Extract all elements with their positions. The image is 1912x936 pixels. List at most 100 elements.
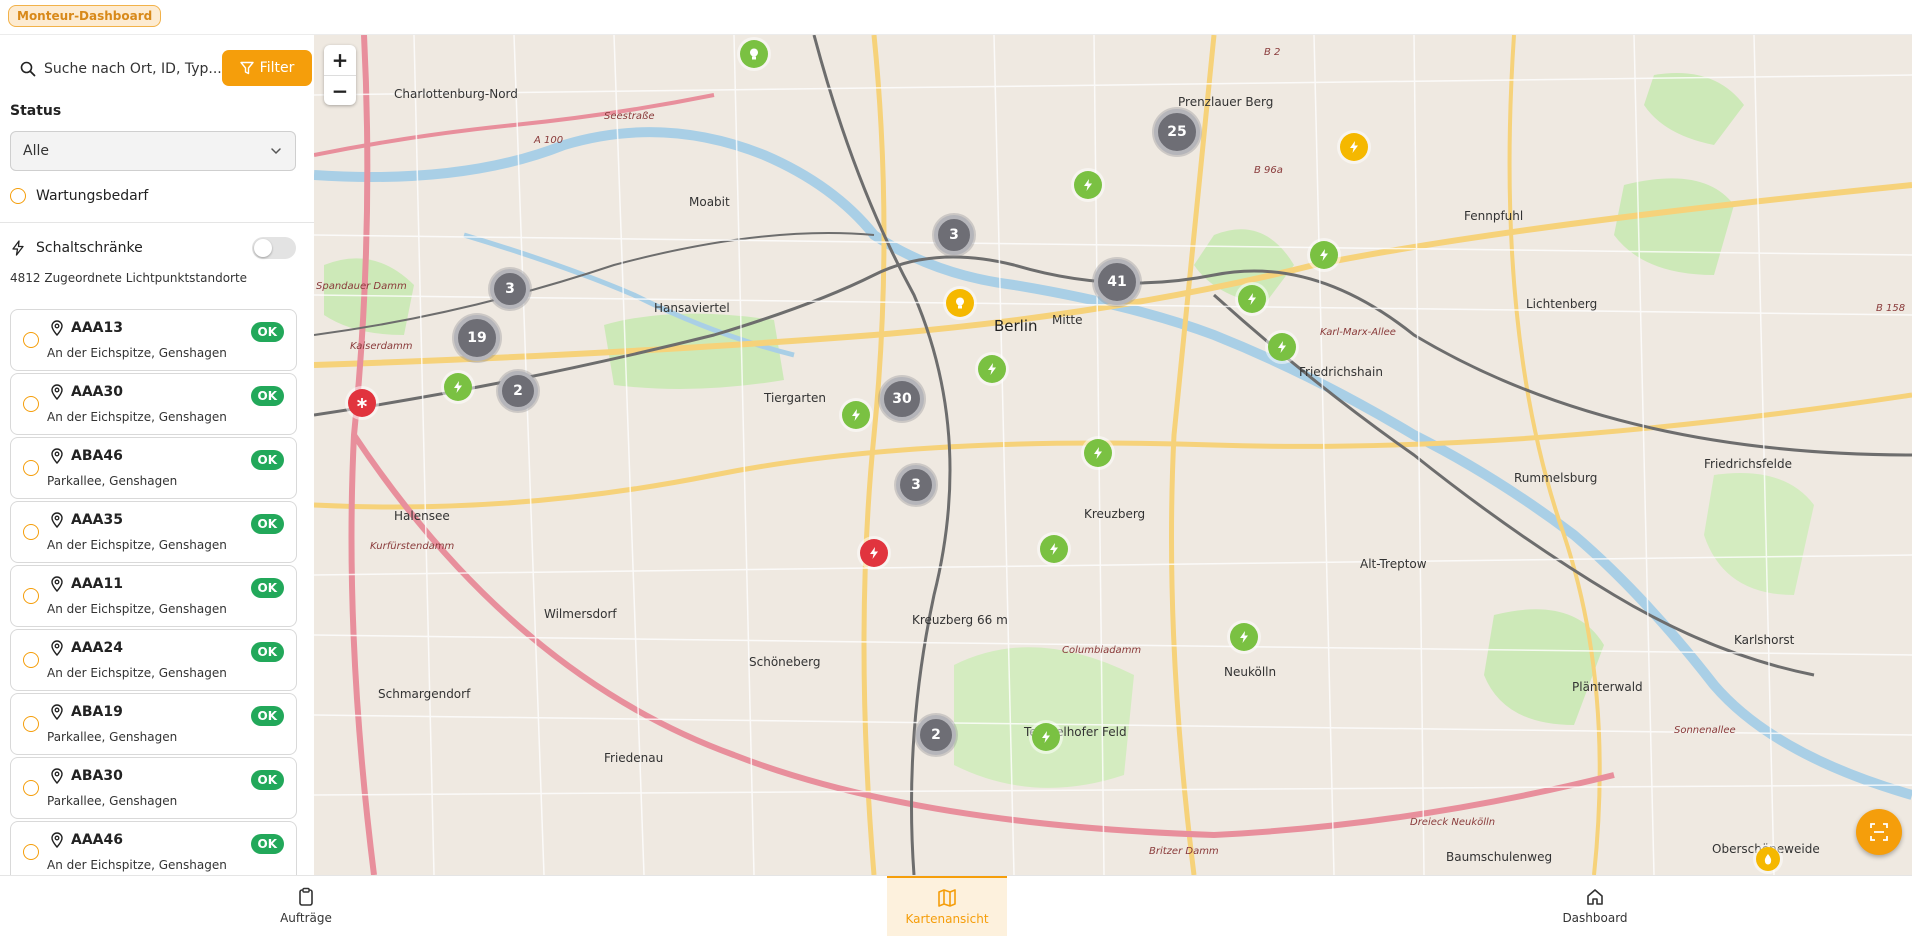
light-point-marker[interactable] bbox=[842, 401, 870, 429]
map-base bbox=[314, 35, 1912, 875]
light-point-marker[interactable] bbox=[978, 355, 1006, 383]
list-item-radio[interactable] bbox=[23, 652, 39, 668]
wartung-label: Wartungsbedarf bbox=[36, 188, 149, 204]
road-label: Spandauer Damm bbox=[316, 281, 407, 292]
cluster-marker[interactable]: 2 bbox=[498, 371, 538, 411]
location-pin-icon bbox=[51, 320, 63, 336]
road-label: Seestraße bbox=[604, 111, 655, 122]
light-point-marker[interactable] bbox=[1268, 333, 1296, 361]
bolt-icon bbox=[1350, 141, 1358, 153]
fault-marker[interactable] bbox=[348, 389, 376, 417]
schalt-toggle[interactable] bbox=[252, 237, 296, 259]
list-item[interactable]: ABA46 Parkallee, Genshagen OK bbox=[10, 437, 297, 499]
place-label: Lichtenberg bbox=[1526, 297, 1598, 311]
list-item[interactable]: AAA46 An der Eichspitze, Genshagen OK bbox=[10, 821, 297, 875]
list-item-id: ABA30 bbox=[71, 768, 123, 784]
list-item-id: AAA46 bbox=[71, 832, 123, 848]
light-point-marker[interactable] bbox=[1084, 439, 1112, 467]
bolt-icon bbox=[852, 409, 860, 421]
place-label: Fennpfuhl bbox=[1464, 209, 1524, 223]
zoom-out-button[interactable]: − bbox=[324, 76, 356, 106]
list-item-radio[interactable] bbox=[23, 332, 39, 348]
list-item[interactable]: AAA24 An der Eichspitze, Genshagen OK bbox=[10, 629, 297, 691]
schalt-label: Schaltschränke bbox=[36, 240, 143, 256]
bolt-icon bbox=[454, 381, 462, 393]
fault-marker[interactable] bbox=[860, 539, 888, 567]
scan-button[interactable] bbox=[1856, 809, 1902, 855]
list-item-radio[interactable] bbox=[23, 844, 39, 860]
road-label: Dreieck Neukölln bbox=[1410, 817, 1496, 828]
light-point-marker[interactable] bbox=[1074, 171, 1102, 199]
list-item-id: AAA30 bbox=[71, 384, 123, 400]
light-point-marker[interactable] bbox=[1032, 723, 1060, 751]
cluster-marker[interactable]: 19 bbox=[454, 315, 500, 361]
filter-button[interactable]: Filter bbox=[222, 50, 312, 86]
cluster-marker[interactable]: 2 bbox=[916, 715, 956, 755]
bolt-icon bbox=[870, 547, 878, 559]
nav-map[interactable]: Kartenansicht bbox=[887, 876, 1007, 936]
cluster-marker[interactable]: 30 bbox=[880, 377, 924, 421]
wartung-radio[interactable]: Wartungsbedarf bbox=[10, 188, 148, 204]
list-item-id: AAA24 bbox=[71, 640, 123, 656]
list-item[interactable]: AAA11 An der Eichspitze, Genshagen OK bbox=[10, 565, 297, 627]
status-badge: OK bbox=[250, 834, 284, 854]
cluster-marker[interactable]: 25 bbox=[1154, 109, 1200, 155]
map[interactable]: + − Charlottenburg-Nord Moabit Hansavier… bbox=[314, 35, 1912, 875]
zoom-in-button[interactable]: + bbox=[324, 45, 356, 75]
list-item-address: An der Eichspitze, Genshagen bbox=[47, 666, 227, 680]
place-label: Berlin bbox=[994, 317, 1038, 335]
list-item-radio[interactable] bbox=[23, 588, 39, 604]
list-item-radio[interactable] bbox=[23, 396, 39, 412]
filter-button-label: Filter bbox=[259, 60, 295, 76]
light-point-marker[interactable] bbox=[1238, 285, 1266, 313]
light-point-marker[interactable] bbox=[1040, 535, 1068, 563]
place-label: Moabit bbox=[689, 195, 730, 209]
list-item-id: ABA46 bbox=[71, 448, 123, 464]
place-label: Hansaviertel bbox=[654, 301, 730, 315]
road-label: Kaiserdamm bbox=[350, 341, 413, 352]
list-item[interactable]: AAA13 An der Eichspitze, Genshagen OK bbox=[10, 309, 297, 371]
location-count: 4812 Zugeordnete Lichtpunktstandorte bbox=[10, 271, 248, 285]
list-item-radio[interactable] bbox=[23, 716, 39, 732]
road-label: A 100 bbox=[534, 135, 564, 146]
cluster-marker[interactable]: 3 bbox=[490, 269, 530, 309]
cluster-marker[interactable]: 3 bbox=[934, 215, 974, 255]
nav-dashboard[interactable]: Dashboard bbox=[1545, 876, 1645, 936]
list-item[interactable]: AAA30 An der Eichspitze, Genshagen OK bbox=[10, 373, 297, 435]
nav-orders[interactable]: Aufträge bbox=[256, 876, 356, 936]
road-label: Kurfürstendamm bbox=[370, 541, 455, 552]
list-item-address: An der Eichspitze, Genshagen bbox=[47, 410, 227, 424]
map-icon bbox=[938, 889, 956, 907]
place-label: Friedrichsfelde bbox=[1704, 457, 1792, 471]
list-item-radio[interactable] bbox=[23, 460, 39, 476]
light-point-marker[interactable] bbox=[1340, 133, 1368, 161]
bolt-icon bbox=[1050, 543, 1058, 555]
light-point-marker[interactable] bbox=[1756, 847, 1780, 871]
light-point-marker[interactable] bbox=[1310, 241, 1338, 269]
light-point-marker[interactable] bbox=[946, 289, 974, 317]
search-input[interactable] bbox=[44, 55, 230, 83]
location-pin-icon bbox=[51, 832, 63, 848]
list-item-radio[interactable] bbox=[23, 524, 39, 540]
status-badge: OK bbox=[250, 450, 284, 470]
road-label: Sonnenallee bbox=[1674, 725, 1736, 736]
bolt-icon bbox=[988, 363, 996, 375]
list-item-radio[interactable] bbox=[23, 780, 39, 796]
place-label: Schöneberg bbox=[749, 655, 821, 669]
app-badge: Monteur-Dashboard bbox=[8, 5, 162, 27]
list-item[interactable]: ABA30 Parkallee, Genshagen OK bbox=[10, 757, 297, 819]
light-point-marker[interactable] bbox=[1230, 623, 1258, 651]
light-point-marker[interactable] bbox=[740, 40, 768, 68]
status-badge: OK bbox=[250, 642, 284, 662]
list-item[interactable]: AAA35 An der Eichspitze, Genshagen OK bbox=[10, 501, 297, 563]
light-point-marker[interactable] bbox=[444, 373, 472, 401]
wartung-radio-circle[interactable] bbox=[10, 188, 26, 204]
list-item-address: Parkallee, Genshagen bbox=[47, 474, 178, 488]
list-item[interactable]: ABA19 Parkallee, Genshagen OK bbox=[10, 693, 297, 755]
status-select-value: Alle bbox=[23, 143, 49, 159]
place-label: Friedrichshain bbox=[1299, 365, 1383, 379]
status-select[interactable]: Alle bbox=[10, 131, 296, 171]
cluster-marker[interactable]: 3 bbox=[896, 465, 936, 505]
cluster-marker[interactable]: 41 bbox=[1094, 259, 1140, 305]
place-label: Mitte bbox=[1052, 313, 1083, 327]
